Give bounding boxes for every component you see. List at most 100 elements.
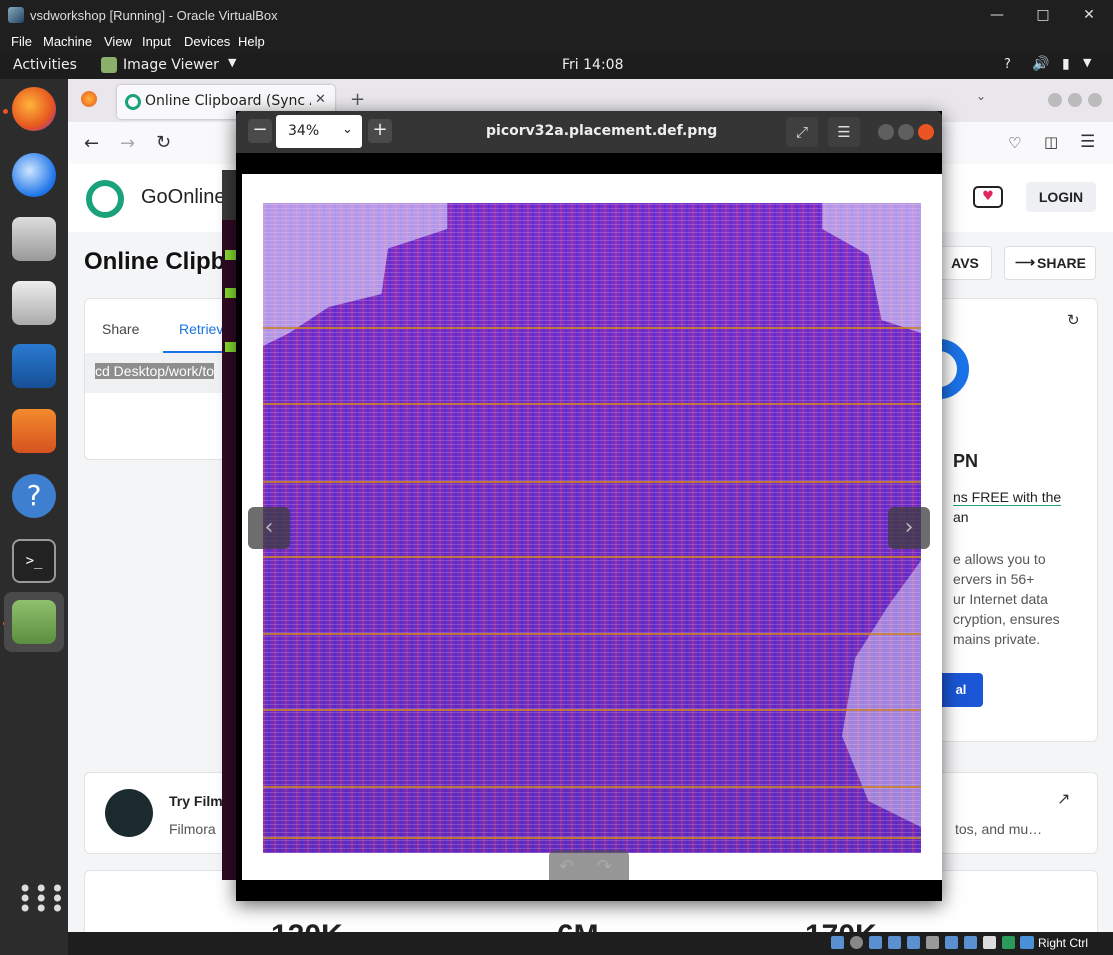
power-stripe: [263, 403, 921, 405]
volume-icon[interactable]: 🔊: [1032, 56, 1049, 72]
forward-icon[interactable]: →: [120, 133, 135, 154]
stat-value: 120K: [271, 919, 343, 932]
zoom-out-button[interactable]: −: [248, 119, 272, 143]
image-viewer-icon[interactable]: [12, 600, 56, 644]
hdd-status-icon[interactable]: [831, 936, 844, 949]
window-close-icon[interactable]: [918, 124, 934, 140]
goonline-logo-icon: [86, 180, 124, 218]
rotate-right-icon[interactable]: ↷: [597, 856, 612, 877]
refresh-icon[interactable]: ↻: [1067, 311, 1080, 329]
pocket-icon[interactable]: ♡: [1008, 134, 1021, 152]
menu-file[interactable]: File: [11, 34, 32, 49]
help-icon[interactable]: ?: [12, 474, 56, 518]
window-minimize-icon[interactable]: [878, 124, 894, 140]
keyboard-capture-icon[interactable]: [1020, 936, 1033, 949]
share-button[interactable]: ⟶ SHARE: [1004, 246, 1096, 280]
app-center-icon[interactable]: [12, 409, 56, 453]
vtx-status-icon[interactable]: [983, 936, 996, 949]
power-stripe: [263, 327, 921, 329]
rhythmbox-icon[interactable]: [12, 281, 56, 325]
menu-help[interactable]: Help: [238, 34, 265, 49]
extensions-icon[interactable]: ◫: [1044, 133, 1058, 151]
empty-region: [842, 560, 921, 827]
audio-status-icon[interactable]: [869, 936, 882, 949]
hamburger-menu-icon[interactable]: ☰: [828, 117, 860, 147]
menu-devices[interactable]: Devices: [184, 34, 230, 49]
goonline-favicon-icon: [125, 94, 141, 110]
share-button-label: SHARE: [1037, 255, 1087, 271]
menu-machine[interactable]: Machine: [43, 34, 92, 49]
clipboard-text: cd Desktop/work/to: [95, 363, 215, 379]
zoom-in-button[interactable]: +: [368, 119, 392, 143]
window-minimize-icon[interactable]: [1048, 93, 1062, 107]
tab-close-icon[interactable]: ✕: [315, 92, 326, 107]
previous-image-button[interactable]: ‹: [248, 507, 290, 549]
placement-image: [263, 203, 921, 853]
usb-status-icon[interactable]: [907, 936, 920, 949]
menu-input[interactable]: Input: [142, 34, 171, 49]
virtualbox-title-bar: vsdworkshop [Running] - Oracle VirtualBo…: [0, 0, 1113, 31]
app-menu[interactable]: Image Viewer: [123, 57, 219, 73]
image-canvas[interactable]: ‹ › ↶ ↷: [242, 174, 942, 880]
recording-status-icon[interactable]: [964, 936, 977, 949]
vpn-link[interactable]: ns FREE with the: [953, 489, 1062, 506]
network-icon[interactable]: ?: [1004, 57, 1011, 72]
power-stripe: [263, 837, 921, 839]
guest-additions-icon[interactable]: [1002, 936, 1015, 949]
network-status-icon[interactable]: [888, 936, 901, 949]
shared-folders-icon[interactable]: [926, 936, 939, 949]
window-close-icon[interactable]: [1088, 93, 1102, 107]
tab-list-icon[interactable]: ⌄: [976, 89, 986, 103]
vpn-body-line: ur Internet data: [953, 591, 1048, 607]
vpn-cta-button[interactable]: al: [939, 673, 983, 707]
vpn-ad-card: ↻ PN ns FREE with the an e allows you to…: [938, 298, 1098, 742]
reload-icon[interactable]: ↻: [156, 132, 171, 153]
tab-retrieve[interactable]: Retriev: [179, 321, 223, 337]
site-name[interactable]: GoOnline: [141, 186, 226, 209]
close-icon[interactable]: ✕: [1066, 0, 1112, 31]
menu-view[interactable]: View: [104, 34, 132, 49]
firefox-icon[interactable]: [12, 87, 56, 131]
rotate-left-icon[interactable]: ↶: [559, 856, 574, 877]
promo-title: Try Film: [169, 793, 223, 809]
display-status-icon[interactable]: [945, 936, 958, 949]
back-icon[interactable]: ←: [84, 133, 99, 154]
filmora-logo-icon: [105, 789, 153, 837]
avs-button[interactable]: AVS: [938, 246, 992, 280]
donate-icon[interactable]: ♥: [973, 186, 1003, 208]
optical-drive-icon[interactable]: [850, 936, 863, 949]
firefox-view-icon[interactable]: [81, 91, 97, 107]
power-stripe: [263, 556, 921, 558]
files-icon[interactable]: [12, 217, 56, 261]
activities-button[interactable]: Activities: [13, 57, 77, 73]
terminal-icon[interactable]: >_: [12, 539, 56, 583]
vpn-title: PN: [953, 451, 979, 471]
fullscreen-icon[interactable]: ⤢: [786, 117, 818, 147]
vpn-link-2[interactable]: an: [953, 509, 969, 525]
empty-region: [263, 203, 921, 346]
zoom-level: 34%: [288, 123, 320, 139]
next-image-button[interactable]: ›: [888, 507, 930, 549]
image-viewer-window: − 34% ⌄ + picorv32a.placement.def.png ⤢ …: [236, 111, 942, 901]
promo-tail: tos, and mu…: [955, 821, 1043, 837]
page-title: Online Clipbo: [84, 248, 240, 275]
show-apps-icon[interactable]: ••• ••• •••: [18, 877, 64, 921]
libreoffice-writer-icon[interactable]: [12, 344, 56, 388]
window-maximize-icon[interactable]: [898, 124, 914, 140]
system-menu-icon[interactable]: ▼: [1083, 56, 1091, 69]
maximize-icon[interactable]: □: [1020, 0, 1066, 31]
battery-icon[interactable]: ▮: [1062, 56, 1070, 72]
virtualbox-logo-icon: [8, 7, 24, 23]
minimize-icon[interactable]: —: [974, 0, 1020, 31]
thunderbird-icon[interactable]: [12, 153, 56, 197]
vpn-body-line: mains private.: [953, 631, 1041, 647]
login-button[interactable]: LOGIN: [1026, 182, 1096, 212]
rotate-controls: ↶ ↷: [549, 850, 629, 880]
tab-share[interactable]: Share: [102, 321, 139, 337]
new-tab-icon[interactable]: +: [350, 89, 365, 110]
window-maximize-icon[interactable]: [1068, 93, 1082, 107]
external-link-icon[interactable]: ↗: [1057, 789, 1070, 808]
clock[interactable]: Fri 14:08: [562, 57, 623, 73]
menu-icon[interactable]: ☰: [1080, 132, 1095, 152]
zoom-combobox[interactable]: 34% ⌄: [276, 115, 362, 148]
